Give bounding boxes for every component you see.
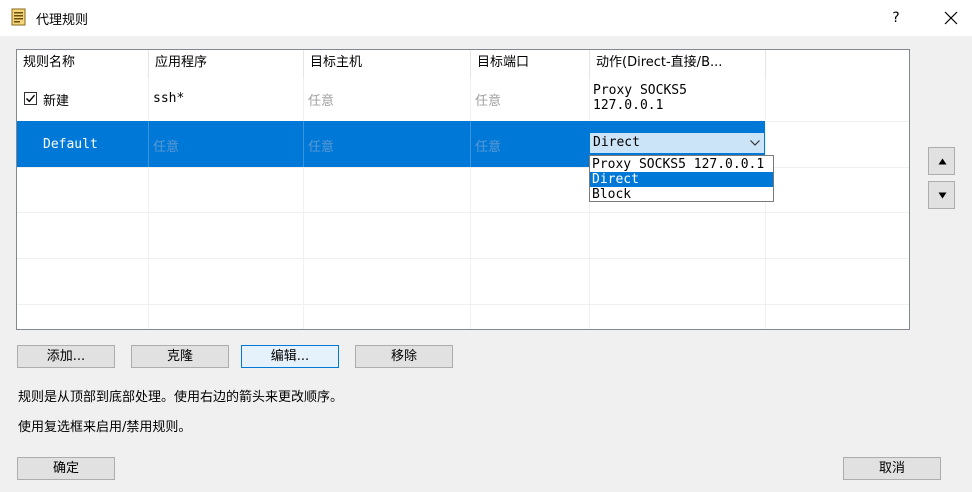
column-divider: [303, 121, 304, 167]
triangle-up-icon: [938, 158, 947, 165]
dropdown-option-direct[interactable]: Direct: [590, 172, 773, 187]
row-divider: [17, 212, 909, 213]
checkmark-icon: [26, 94, 36, 103]
column-header-rule-name[interactable]: 规则名称: [17, 50, 149, 78]
column-divider: [148, 78, 149, 329]
title-bar: 代理规则 ?: [0, 0, 972, 36]
column-header-application[interactable]: 应用程序: [149, 50, 304, 78]
rules-table[interactable]: 规则名称 应用程序 目标主机 目标端口 动作(Direct-直接/B... 新建…: [16, 49, 910, 330]
dropdown-option-proxy[interactable]: Proxy SOCKS5 127.0.0.1: [590, 157, 773, 172]
info-checkbox-text: 使用复选框来启用/禁用规则。: [18, 420, 192, 435]
action-dropdown-list[interactable]: Proxy SOCKS5 127.0.0.1 Direct Block: [589, 155, 774, 202]
column-divider: [470, 78, 471, 329]
action-cell-line2: 127.0.0.1: [593, 98, 664, 113]
info-order-text: 规则是从顶部到底部处理。使用右边的箭头来更改顺序。: [18, 390, 344, 405]
action-combobox-value: Direct: [593, 135, 640, 150]
rule-name-cell: 新建: [43, 94, 70, 109]
application-cell: 任意: [153, 140, 180, 155]
row-divider: [17, 167, 909, 168]
target-port-cell: 任意: [475, 94, 502, 109]
add-button[interactable]: 添加...: [17, 345, 115, 368]
move-up-button[interactable]: [928, 147, 955, 175]
edit-button[interactable]: 编辑...: [241, 345, 339, 368]
row-divider: [17, 304, 909, 305]
column-divider: [148, 121, 149, 167]
move-down-button[interactable]: [928, 181, 955, 209]
target-host-cell: 任意: [308, 140, 335, 155]
help-button[interactable]: ?: [878, 6, 914, 30]
dropdown-option-block[interactable]: Block: [590, 187, 773, 202]
clone-button[interactable]: 克隆: [131, 345, 229, 368]
column-header-target-port[interactable]: 目标端口: [471, 50, 590, 78]
action-cell-line1: Proxy SOCKS5: [593, 83, 687, 98]
row-divider: [17, 258, 909, 259]
close-icon: [944, 11, 958, 25]
enable-checkbox[interactable]: [24, 92, 37, 105]
column-divider: [589, 78, 590, 329]
column-header-action[interactable]: 动作(Direct-直接/B...: [590, 50, 766, 78]
target-host-cell: 任意: [308, 94, 335, 109]
chevron-down-icon[interactable]: [749, 137, 761, 149]
rule-name-cell: Default: [43, 137, 98, 152]
remove-button[interactable]: 移除: [355, 345, 453, 368]
triangle-down-icon: [938, 192, 947, 199]
column-divider: [765, 78, 766, 329]
column-divider: [470, 121, 471, 167]
rules-document-icon: [10, 8, 28, 26]
column-divider: [303, 78, 304, 329]
application-cell: ssh*: [153, 91, 185, 106]
window-title: 代理规则: [36, 13, 89, 28]
close-button[interactable]: [930, 6, 970, 30]
target-port-cell: 任意: [475, 140, 502, 155]
column-header-target-host[interactable]: 目标主机: [304, 50, 471, 78]
action-combobox[interactable]: Direct: [589, 132, 765, 154]
cancel-button[interactable]: 取消: [843, 457, 941, 480]
ok-button[interactable]: 确定: [17, 457, 115, 480]
